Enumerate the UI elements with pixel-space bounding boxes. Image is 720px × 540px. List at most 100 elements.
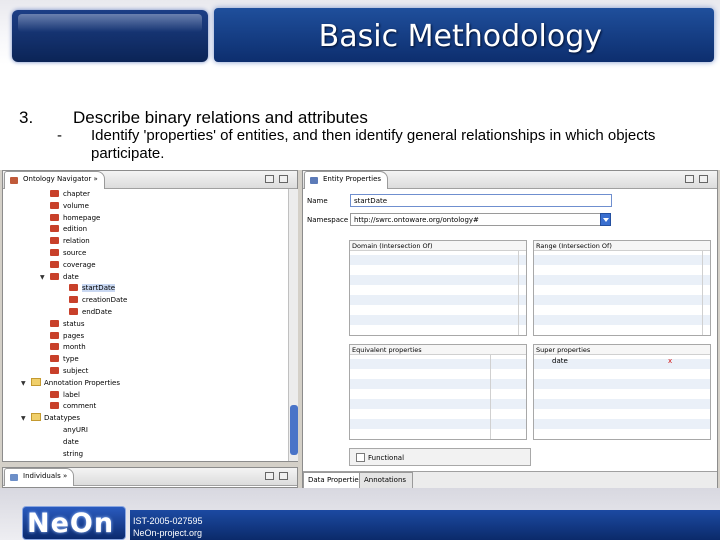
- namespace-select[interactable]: http://swrc.ontoware.org/ontology#: [350, 213, 601, 226]
- view-menu-chevron-icon: »: [93, 175, 98, 183]
- tree-item-label: date: [63, 437, 79, 446]
- equivalent-properties-header: Equivalent properties: [350, 345, 526, 355]
- tree-item[interactable]: type: [50, 354, 79, 365]
- tree-item[interactable]: month: [50, 342, 86, 353]
- footer-band: [130, 510, 720, 540]
- project-url: NeOn-project.org: [133, 528, 203, 538]
- tree-item[interactable]: subject: [50, 366, 88, 377]
- navigator-scroll-thumb[interactable]: [290, 405, 298, 455]
- domain-list[interactable]: Domain (Intersection Of): [349, 240, 527, 336]
- tree-item-label: Datatypes: [44, 414, 80, 423]
- tree-item[interactable]: ▼ date: [40, 272, 79, 283]
- tree-item[interactable]: edition: [50, 224, 87, 235]
- list-item: [350, 275, 526, 285]
- expand-triangle-icon[interactable]: ▼: [40, 272, 48, 283]
- property-icon: [50, 319, 59, 327]
- tree-item-label: comment: [63, 402, 97, 411]
- tree-item[interactable]: creationDate: [69, 295, 127, 306]
- property-icon: [50, 343, 59, 351]
- column-divider: [518, 251, 519, 335]
- ontology-editor-screenshot: Ontology Navigator » chapter volume homepa…: [0, 170, 720, 490]
- tree-item[interactable]: ▼ Datatypes: [21, 413, 80, 424]
- property-icon: [50, 225, 59, 233]
- property-icon: [50, 201, 59, 209]
- navigator-scrollbar[interactable]: [288, 189, 298, 461]
- tree-item-label: relation: [63, 237, 90, 246]
- list-item: [350, 399, 526, 409]
- tree-item-label: date: [63, 272, 79, 281]
- sub-bullet-dash: -: [57, 127, 62, 144]
- tab-individuals-label: Individuals: [23, 472, 61, 480]
- tree-item[interactable]: chapter: [50, 189, 90, 200]
- tree-item[interactable]: volume: [50, 201, 89, 212]
- tree-item[interactable]: coverage: [50, 260, 96, 271]
- property-icon: [50, 355, 59, 363]
- super-property-item[interactable]: date: [552, 357, 568, 365]
- tree-item[interactable]: endDate: [69, 307, 112, 318]
- tab-ontology-navigator[interactable]: Ontology Navigator »: [4, 171, 105, 189]
- property-icon: [69, 284, 78, 292]
- tree-item[interactable]: source: [50, 248, 86, 259]
- view-menu-chevron-icon: »: [62, 472, 68, 480]
- tree-item-label: type: [63, 355, 79, 364]
- maximize-button[interactable]: [279, 472, 288, 480]
- list-item: [534, 255, 710, 265]
- slide-title-band: Basic Methodology: [214, 8, 714, 62]
- list-item: [534, 295, 710, 305]
- tree-item[interactable]: pages: [50, 331, 84, 342]
- tree-item-label: month: [63, 343, 86, 352]
- super-properties-list[interactable]: Super properties date x: [533, 344, 711, 440]
- expand-triangle-icon[interactable]: ▼: [21, 378, 29, 389]
- minimize-button[interactable]: [685, 175, 694, 183]
- list-item: [350, 315, 526, 325]
- domain-list-header: Domain (Intersection Of): [350, 241, 526, 251]
- tree-item[interactable]: status: [50, 319, 85, 330]
- tree-item[interactable]: string: [50, 449, 83, 460]
- name-field[interactable]: startDate: [350, 194, 612, 207]
- functional-row: Functional: [349, 448, 531, 466]
- tree-item-label: startDate: [82, 284, 116, 293]
- list-item: [534, 399, 710, 409]
- tree-item-label: homepage: [63, 213, 101, 222]
- functional-label: Functional: [368, 454, 405, 462]
- tab-entity-properties[interactable]: Entity Properties: [304, 171, 389, 189]
- tree-item[interactable]: anyURI: [50, 425, 88, 436]
- list-item: [350, 295, 526, 305]
- tree-item-label: string: [63, 449, 84, 458]
- property-icon: [50, 249, 59, 256]
- tree-item[interactable]: homepage: [50, 213, 100, 224]
- tab-individuals[interactable]: Individuals »: [4, 468, 75, 486]
- functional-checkbox[interactable]: [356, 453, 365, 462]
- tree-item-label: Annotation Properties: [44, 378, 120, 387]
- chevron-down-icon[interactable]: [600, 213, 611, 226]
- maximize-button[interactable]: [699, 175, 708, 183]
- tree-item-label: endDate: [82, 308, 112, 316]
- list-item: [350, 255, 526, 265]
- tree-item[interactable]: date: [50, 437, 79, 448]
- property-icon: [50, 190, 59, 197]
- expand-triangle-icon[interactable]: ▼: [21, 413, 29, 424]
- tree-item[interactable]: ▼ Annotation Properties: [21, 377, 120, 389]
- tree-item[interactable]: startDate: [69, 283, 116, 294]
- property-icon: [50, 367, 59, 374]
- entity-properties-panel: Entity Properties Name startDate Namespa…: [302, 170, 718, 490]
- tree-item-label: source: [63, 249, 87, 257]
- list-item: [534, 275, 710, 285]
- equivalent-properties-list[interactable]: Equivalent properties: [349, 344, 527, 440]
- tab-entity-properties-label: Entity Properties: [323, 175, 382, 183]
- property-icon: [69, 308, 78, 315]
- list-item: [350, 359, 526, 369]
- range-list[interactable]: Range (Intersection Of): [533, 240, 711, 336]
- property-icon: [50, 331, 59, 339]
- remove-x-icon[interactable]: x: [668, 357, 672, 365]
- minimize-button[interactable]: [265, 175, 274, 183]
- minimize-button[interactable]: [265, 472, 274, 480]
- maximize-button[interactable]: [279, 175, 288, 183]
- bullet-heading: Describe binary relations and attributes: [73, 108, 368, 127]
- property-icon: [50, 272, 59, 280]
- tree-item[interactable]: comment: [50, 401, 96, 412]
- tree-item[interactable]: relation: [50, 236, 90, 247]
- column-divider: [702, 251, 703, 335]
- column-divider: [490, 355, 491, 439]
- tree-item[interactable]: label: [50, 390, 80, 401]
